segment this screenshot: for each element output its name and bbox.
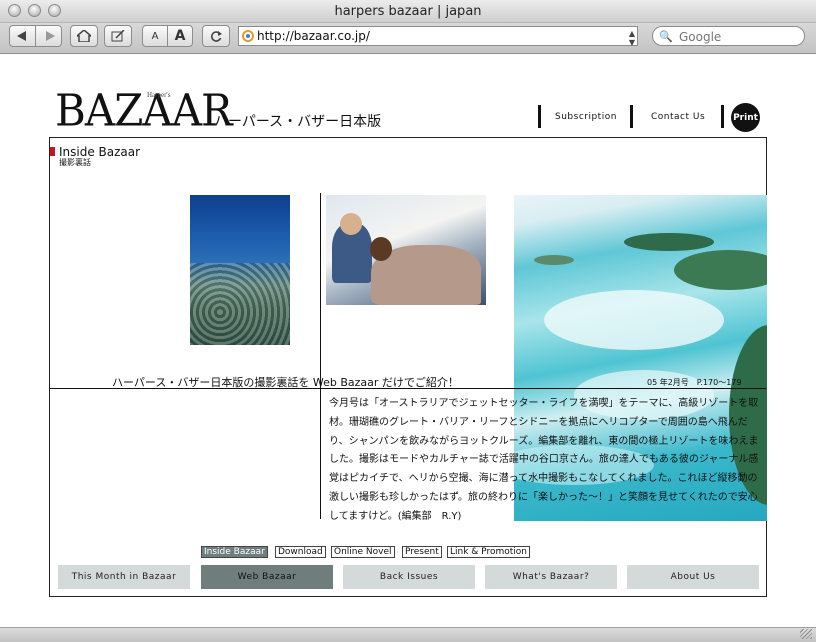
- section-subtitle: 撮影裏話: [59, 158, 91, 167]
- section-marker: [50, 147, 55, 156]
- home-icon: [77, 30, 91, 42]
- address-bar-url[interactable]: http://bazaar.co.jp/: [257, 29, 370, 43]
- article-body: 今月号は「オーストラリアでジェットセッター・ライフを満喫」をテーマに、高級リゾー…: [329, 398, 759, 522]
- issue-reference: 05 年2月号 P.170〜179: [647, 378, 742, 387]
- reload-button[interactable]: [202, 25, 230, 47]
- nav-back-issues[interactable]: Back Issues: [343, 565, 475, 589]
- home-button[interactable]: [70, 25, 98, 47]
- forward-button[interactable]: [35, 25, 62, 47]
- url-dropdown-icon[interactable]: ▲ ▼: [629, 29, 635, 47]
- subnav-link-promotion[interactable]: Link & Promotion: [447, 546, 530, 558]
- forward-arrow-icon: [45, 31, 55, 41]
- article-headline: ハーパース・バザー日本版の撮影裏話を Web Bazaar だけでご紹介！: [112, 376, 459, 389]
- subnav-present[interactable]: Present: [402, 546, 442, 558]
- reef-underwater-photo: [190, 195, 290, 345]
- harpers-logo-small: Harper's: [147, 91, 171, 99]
- subnav-online-novel[interactable]: Online Novel: [331, 546, 395, 558]
- browser-toolbar: A A http://bazaar.co.jp/ ▲ ▼ 🔍: [0, 23, 816, 54]
- search-icon: 🔍: [659, 30, 673, 43]
- divider: [721, 105, 724, 128]
- pencil-icon: [111, 30, 125, 42]
- site-favicon-icon: [242, 30, 254, 42]
- subnav-download[interactable]: Download: [275, 546, 326, 558]
- search-input[interactable]: [677, 29, 801, 45]
- print-button[interactable]: Print: [731, 103, 760, 132]
- subnav-inside-bazaar[interactable]: Inside Bazaar: [201, 546, 268, 558]
- window-title: harpers bazaar | japan: [334, 4, 482, 19]
- back-arrow-icon: [16, 31, 26, 41]
- divider: [538, 105, 541, 128]
- nav-this-month[interactable]: This Month in Bazaar: [58, 565, 190, 589]
- search-box[interactable]: 🔍: [652, 26, 805, 46]
- text-smaller-button[interactable]: A: [142, 25, 168, 47]
- subscription-link[interactable]: Subscription: [555, 112, 617, 122]
- divider: [630, 105, 633, 128]
- helicopter-cabin-photo: [326, 195, 486, 305]
- contact-us-link[interactable]: Contact Us: [651, 112, 705, 122]
- logo-japanese: ハーパース・バザー日本版: [214, 114, 382, 130]
- nav-about-us[interactable]: About Us: [627, 565, 759, 589]
- address-bar[interactable]: http://bazaar.co.jp/ ▲ ▼: [238, 26, 638, 47]
- text-larger-button[interactable]: A: [167, 25, 193, 47]
- status-bar: [0, 627, 816, 642]
- resize-grip-icon[interactable]: [800, 629, 812, 639]
- reload-icon: [210, 31, 222, 42]
- back-button[interactable]: [9, 25, 36, 47]
- edit-bookmarks-button[interactable]: [104, 25, 132, 47]
- window-titlebar: harpers bazaar | japan: [0, 0, 816, 23]
- bazaar-logo[interactable]: BAZAAR: [55, 85, 233, 136]
- column-divider: [320, 193, 321, 519]
- nav-web-bazaar[interactable]: Web Bazaar: [201, 565, 333, 589]
- nav-whats-bazaar[interactable]: What's Bazaar?: [485, 565, 617, 589]
